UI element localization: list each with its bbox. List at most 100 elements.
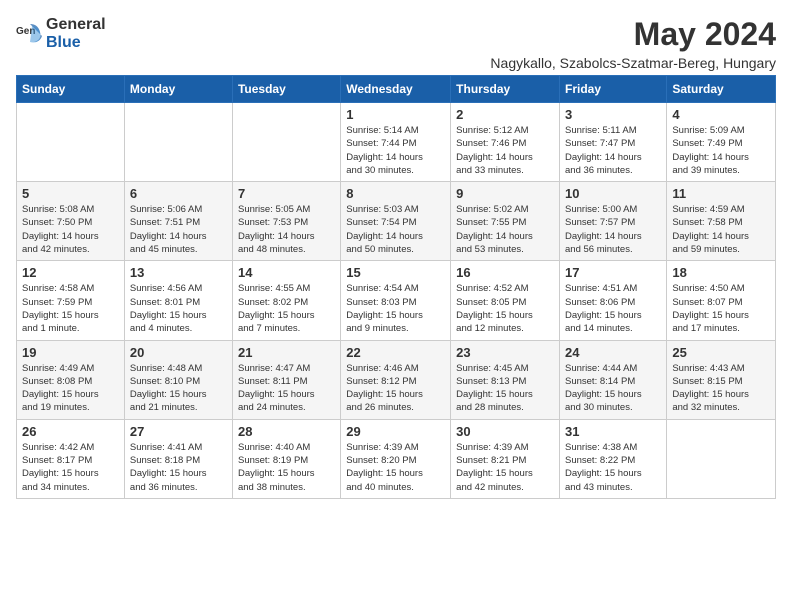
day-info: Sunrise: 4:55 AM Sunset: 8:02 PM Dayligh… [238, 282, 335, 335]
day-number: 4 [672, 107, 770, 122]
day-info: Sunrise: 4:54 AM Sunset: 8:03 PM Dayligh… [346, 282, 445, 335]
day-info: Sunrise: 4:46 AM Sunset: 8:12 PM Dayligh… [346, 362, 445, 415]
table-row: 24Sunrise: 4:44 AM Sunset: 8:14 PM Dayli… [560, 340, 667, 419]
table-row: 15 Sunrise: 4:54 AM Sunset: 8:03 PM Dayli… [341, 261, 451, 340]
calendar-week-row: 5Sunrise: 5:08 AM Sunset: 7:50 PM Daylig… [17, 182, 776, 261]
day-info: Sunrise: 4:39 AM Sunset: 8:21 PM Dayligh… [456, 441, 554, 494]
header-friday: Friday [560, 76, 667, 103]
table-row [232, 103, 340, 182]
day-info: Sunrise: 5:03 AM Sunset: 7:54 PM Dayligh… [346, 203, 445, 256]
day-number: 28 [238, 424, 335, 439]
location-title: Nagykallo, Szabolcs-Szatmar-Bereg, Hunga… [490, 55, 776, 71]
day-info: Sunrise: 4:59 AM Sunset: 7:58 PM Dayligh… [672, 203, 770, 256]
table-row: 21Sunrise: 4:47 AM Sunset: 8:11 PM Dayli… [232, 340, 340, 419]
header-wednesday: Wednesday [341, 76, 451, 103]
day-info: Sunrise: 5:14 AM Sunset: 7:44 PM Dayligh… [346, 124, 445, 177]
calendar: Sunday Monday Tuesday Wednesday Thursday… [16, 75, 776, 499]
day-number: 2 [456, 107, 554, 122]
table-row: 12 Sunrise: 4:58 AM Sunset: 7:59 PM Dayli… [17, 261, 125, 340]
day-number: 3 [565, 107, 661, 122]
day-info: Sunrise: 4:41 AM Sunset: 8:18 PM Dayligh… [130, 441, 227, 494]
table-row: 28 Sunrise: 4:40 AM Sunset: 8:19 PM Dayli… [232, 419, 340, 498]
table-row: 31 Sunrise: 4:38 AM Sunset: 8:22 PM Dayli… [560, 419, 667, 498]
day-number: 21 [238, 345, 335, 360]
day-number: 25 [672, 345, 770, 360]
table-row: 14 Sunrise: 4:55 AM Sunset: 8:02 PM Dayli… [232, 261, 340, 340]
table-row: 8 Sunrise: 5:03 AM Sunset: 7:54 PM Daylig… [341, 182, 451, 261]
title-area: May 2024 Nagykallo, Szabolcs-Szatmar-Ber… [490, 16, 776, 71]
day-number: 27 [130, 424, 227, 439]
logo-text: General Blue [46, 16, 106, 52]
day-number: 7 [238, 186, 335, 201]
day-number: 10 [565, 186, 661, 201]
logo-general: General [46, 16, 106, 33]
logo: Gen General Blue [16, 16, 106, 52]
table-row: 13 Sunrise: 4:56 AM Sunset: 8:01 PM Dayli… [124, 261, 232, 340]
day-info: Sunrise: 4:49 AM Sunset: 8:08 PM Dayligh… [22, 362, 119, 415]
day-info: Sunrise: 5:09 AM Sunset: 7:49 PM Dayligh… [672, 124, 770, 177]
calendar-header-row: Sunday Monday Tuesday Wednesday Thursday… [17, 76, 776, 103]
header-monday: Monday [124, 76, 232, 103]
day-info: Sunrise: 4:56 AM Sunset: 8:01 PM Dayligh… [130, 282, 227, 335]
day-number: 30 [456, 424, 554, 439]
day-number: 18 [672, 265, 770, 280]
day-info: Sunrise: 5:11 AM Sunset: 7:47 PM Dayligh… [565, 124, 661, 177]
logo-blue: Blue [46, 34, 81, 51]
day-info: Sunrise: 4:58 AM Sunset: 7:59 PM Dayligh… [22, 282, 119, 335]
day-number: 14 [238, 265, 335, 280]
day-info: Sunrise: 5:05 AM Sunset: 7:53 PM Dayligh… [238, 203, 335, 256]
day-info: Sunrise: 4:40 AM Sunset: 8:19 PM Dayligh… [238, 441, 335, 494]
table-row: 2 Sunrise: 5:12 AM Sunset: 7:46 PM Daylig… [451, 103, 560, 182]
table-row: 10 Sunrise: 5:00 AM Sunset: 7:57 PM Dayli… [560, 182, 667, 261]
table-row: 18Sunrise: 4:50 AM Sunset: 8:07 PM Dayli… [667, 261, 776, 340]
day-number: 6 [130, 186, 227, 201]
calendar-week-row: 1 Sunrise: 5:14 AM Sunset: 7:44 PM Daylig… [17, 103, 776, 182]
table-row: 26Sunrise: 4:42 AM Sunset: 8:17 PM Dayli… [17, 419, 125, 498]
table-row [667, 419, 776, 498]
table-row: 23 Sunrise: 4:45 AM Sunset: 8:13 PM Dayli… [451, 340, 560, 419]
day-number: 23 [456, 345, 554, 360]
day-number: 13 [130, 265, 227, 280]
table-row: 7 Sunrise: 5:05 AM Sunset: 7:53 PM Daylig… [232, 182, 340, 261]
table-row: 11 Sunrise: 4:59 AM Sunset: 7:58 PM Dayli… [667, 182, 776, 261]
table-row: 4 Sunrise: 5:09 AM Sunset: 7:49 PM Daylig… [667, 103, 776, 182]
table-row: 29 Sunrise: 4:39 AM Sunset: 8:20 PM Dayli… [341, 419, 451, 498]
table-row: 27 Sunrise: 4:41 AM Sunset: 8:18 PM Dayli… [124, 419, 232, 498]
table-row: 25 Sunrise: 4:43 AM Sunset: 8:15 PM Dayli… [667, 340, 776, 419]
day-number: 1 [346, 107, 445, 122]
day-number: 19 [22, 345, 119, 360]
header-tuesday: Tuesday [232, 76, 340, 103]
header-thursday: Thursday [451, 76, 560, 103]
day-number: 15 [346, 265, 445, 280]
logo-icon: Gen [16, 20, 44, 48]
day-number: 31 [565, 424, 661, 439]
day-info: Sunrise: 4:39 AM Sunset: 8:20 PM Dayligh… [346, 441, 445, 494]
day-number: 8 [346, 186, 445, 201]
day-number: 24 [565, 345, 661, 360]
day-info: Sunrise: 5:12 AM Sunset: 7:46 PM Dayligh… [456, 124, 554, 177]
day-number: 9 [456, 186, 554, 201]
table-row [124, 103, 232, 182]
table-row: 1 Sunrise: 5:14 AM Sunset: 7:44 PM Daylig… [341, 103, 451, 182]
table-row: 17Sunrise: 4:51 AM Sunset: 8:06 PM Dayli… [560, 261, 667, 340]
day-number: 11 [672, 186, 770, 201]
day-number: 20 [130, 345, 227, 360]
table-row: 30 Sunrise: 4:39 AM Sunset: 8:21 PM Dayli… [451, 419, 560, 498]
table-row: 6Sunrise: 5:06 AM Sunset: 7:51 PM Daylig… [124, 182, 232, 261]
day-number: 22 [346, 345, 445, 360]
table-row: 16Sunrise: 4:52 AM Sunset: 8:05 PM Dayli… [451, 261, 560, 340]
day-info: Sunrise: 4:38 AM Sunset: 8:22 PM Dayligh… [565, 441, 661, 494]
day-info: Sunrise: 4:51 AM Sunset: 8:06 PM Dayligh… [565, 282, 661, 335]
day-info: Sunrise: 5:00 AM Sunset: 7:57 PM Dayligh… [565, 203, 661, 256]
header-sunday: Sunday [17, 76, 125, 103]
day-number: 12 [22, 265, 119, 280]
day-info: Sunrise: 4:45 AM Sunset: 8:13 PM Dayligh… [456, 362, 554, 415]
header: Gen General Blue May 2024 Nagykallo, Sza… [16, 16, 776, 71]
table-row: 20Sunrise: 4:48 AM Sunset: 8:10 PM Dayli… [124, 340, 232, 419]
day-info: Sunrise: 4:43 AM Sunset: 8:15 PM Dayligh… [672, 362, 770, 415]
table-row: 9Sunrise: 5:02 AM Sunset: 7:55 PM Daylig… [451, 182, 560, 261]
day-number: 29 [346, 424, 445, 439]
table-row: 19 Sunrise: 4:49 AM Sunset: 8:08 PM Dayli… [17, 340, 125, 419]
table-row [17, 103, 125, 182]
day-number: 5 [22, 186, 119, 201]
